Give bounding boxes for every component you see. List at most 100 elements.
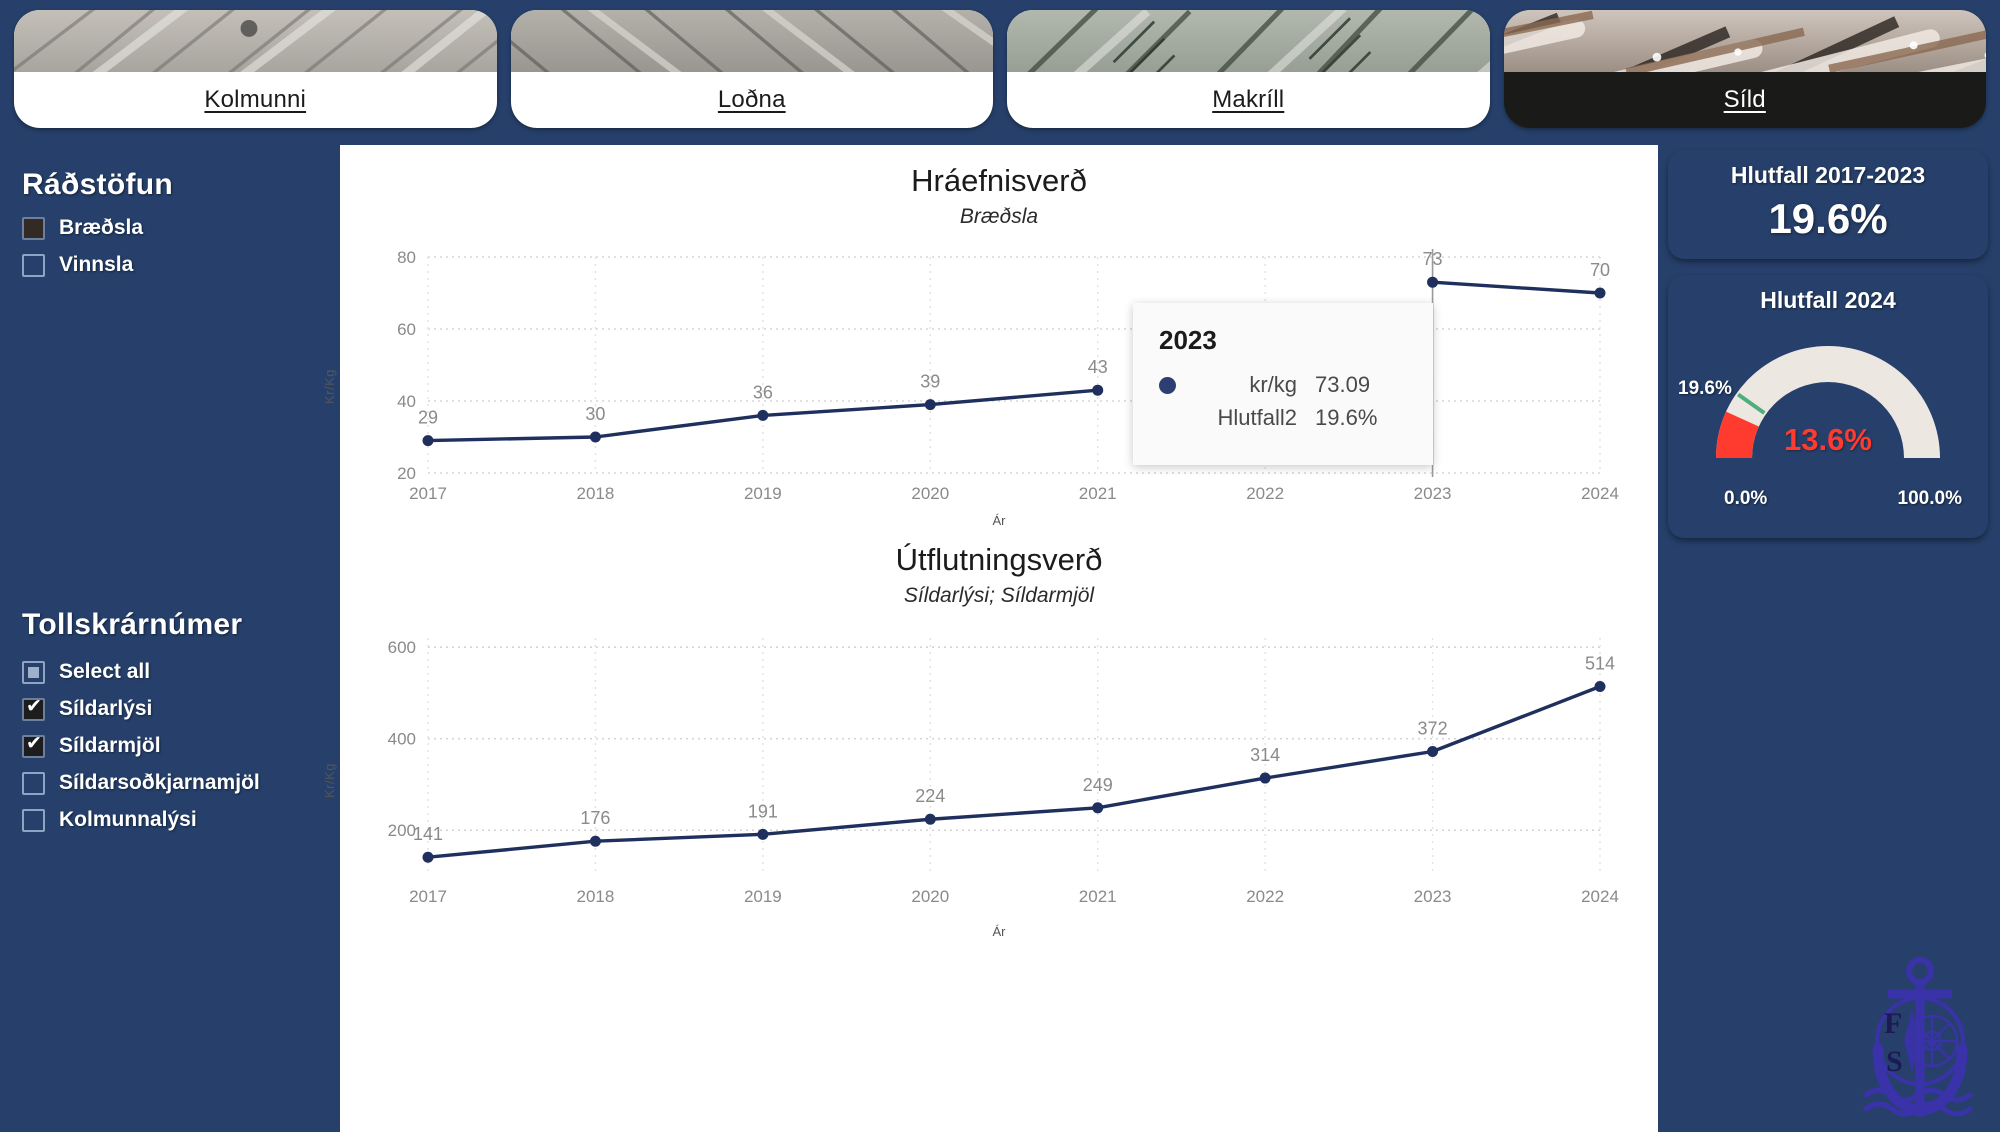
filter-option-select-all[interactable]: Select all (22, 660, 260, 684)
filter-option-kolmunnalysi-label: Kolmunnalýsi (59, 808, 197, 831)
svg-text:60: 60 (397, 320, 416, 339)
tooltip-row-krkg-key: kr/kg (1249, 372, 1297, 397)
filter-option-sildarlysi[interactable]: Síldarlýsi (22, 695, 260, 721)
anchor-compass-logo: F S (1854, 949, 1986, 1124)
svg-text:2024: 2024 (1581, 484, 1619, 503)
svg-text:249: 249 (1083, 775, 1113, 795)
tab-kolmunni-label: Kolmunni (204, 86, 307, 113)
filter-option-sildarlysi-label: Síldarlýsi (59, 697, 153, 720)
chart-utflutningsverd-subtitle: Síldarlýsi; Síldarmjöl (903, 584, 1095, 607)
gauge-target-label: 19.6% (1678, 378, 1732, 399)
kpi-card-hlutfall-2024-title: Hlutfall 2024 (1760, 287, 1896, 313)
chart-tooltip: 2023 kr/kg 73.09 Hlutfall2 19.6% (1133, 303, 1433, 465)
tab-makrill-photo (1007, 10, 1490, 72)
svg-text:2017: 2017 (409, 484, 447, 503)
chart-hraefnisverd-title: Hráefnisverð (911, 163, 1087, 198)
svg-text:224: 224 (915, 786, 945, 806)
tab-lodna-label-wrap: Loðna (511, 72, 994, 128)
filter-option-sildarmjol[interactable]: Síldarmjöl (22, 732, 260, 758)
svg-text:2017: 2017 (409, 887, 447, 906)
svg-text:2022: 2022 (1246, 484, 1284, 503)
tab-lodna-photo (510, 10, 993, 72)
chart-hraefnisverd-svg[interactable]: 20 40 60 80 2017 2018 2019 2020 2021 2022 2023 2024… (340, 229, 1658, 519)
checkbox-vinnsla[interactable] (22, 253, 45, 277)
chart-utflutningsverd-svg[interactable]: 200 400 600 2017 2018 2019 2020 2021 2022 2023 202… (340, 608, 1658, 928)
tab-sild-photo (1503, 10, 1986, 72)
tooltip-blank-dot-icon (1159, 410, 1176, 427)
tab-makrill[interactable]: Makríll (1007, 10, 1490, 128)
svg-text:73: 73 (1423, 249, 1443, 269)
svg-text:2021: 2021 (1079, 484, 1117, 503)
filter-option-kolmunnalysi[interactable]: Kolmunnalýsi (22, 808, 260, 832)
svg-text:191: 191 (748, 801, 778, 821)
filter-option-braedsla-label: Bræðsla (59, 216, 144, 239)
filter-option-sildarsodkjarnamjol-label: Síldarsoðkjarnamjöl (59, 771, 260, 794)
svg-text:2018: 2018 (577, 887, 615, 906)
svg-text:30: 30 (585, 404, 605, 424)
svg-text:314: 314 (1250, 745, 1280, 765)
tooltip-title: 2023 (1159, 325, 1217, 355)
chart-utflutningsverd-title: Útflutningsverð (895, 542, 1103, 577)
logo-letter-f: F (1884, 1007, 1902, 1040)
checkbox-kolmunnalysi[interactable] (22, 808, 45, 832)
svg-text:2020: 2020 (911, 484, 949, 503)
filter-option-sildarmjol-label: Síldarmjöl (59, 734, 161, 757)
tab-sild[interactable]: Síld (1503, 10, 1987, 128)
gauge-min-label: 0.0% (1724, 488, 1768, 509)
kpi-card-hlutfall-2017-2023-value: 19.6% (1768, 195, 1888, 242)
svg-text:80: 80 (397, 248, 416, 267)
filter-option-vinnsla[interactable]: Vinnsla (22, 253, 340, 277)
checkbox-sildarlysi[interactable] (22, 695, 45, 721)
dashboard-root: Kolmunni Loðna Makríll Síld Ráðstöfun Br… (0, 0, 2000, 1132)
radstofun-section-title: Ráðstöfun (22, 168, 174, 201)
kpi-card-hlutfall-2017-2023: Hlutfall 2017-2023 19.6% (1668, 150, 1988, 259)
svg-text:2021: 2021 (1079, 887, 1117, 906)
svg-text:36: 36 (753, 382, 773, 402)
svg-text:2018: 2018 (577, 484, 615, 503)
checkbox-sildarmjol[interactable] (22, 732, 45, 758)
svg-text:176: 176 (580, 808, 610, 828)
tab-makrill-label: Makríll (1212, 86, 1285, 113)
tooltip-row-krkg: kr/kg 73.09 (1159, 372, 1407, 398)
gauge-widget: 19.6% 13.6% 0.0% 100.0% (1678, 326, 1978, 516)
svg-text:141: 141 (413, 824, 443, 844)
svg-text:200: 200 (388, 821, 416, 840)
checkbox-sildarsodkjarnamjol[interactable] (22, 771, 45, 795)
filter-option-braedsla[interactable]: Bræðsla (22, 216, 340, 240)
chart-hraefnisverd-subtitle: Bræðsla (959, 205, 1039, 228)
filter-option-select-all-label: Select all (59, 660, 151, 683)
tooltip-row-hlutfall2-value: 19.6% (1315, 405, 1378, 430)
tab-kolmunni[interactable]: Kolmunni (14, 10, 497, 128)
tab-lodna[interactable]: Loðna (510, 10, 994, 128)
kpi-column: Hlutfall 2017-2023 19.6% Hlutfall 2024 1… (1668, 150, 1988, 554)
svg-text:2020: 2020 (911, 887, 949, 906)
svg-text:514: 514 (1585, 654, 1615, 674)
tab-sild-label-wrap: Síld (1504, 72, 1987, 128)
tab-kolmunni-label-wrap: Kolmunni (14, 72, 497, 128)
tab-sild-label: Síld (1723, 86, 1766, 113)
tooltip-row-krkg-value: 73.09 (1315, 372, 1371, 397)
tab-lodna-label: Loðna (717, 86, 786, 113)
svg-text:2022: 2022 (1246, 887, 1284, 906)
radstofun-options: Bræðsla Vinnsla (22, 216, 340, 277)
kpi-card-hlutfall-2024: Hlutfall 2024 19.6% 13.6% 0.0% 100.0% (1668, 275, 1988, 538)
chart-utflutningsverd-ylabel: Kr/Kg (322, 762, 338, 799)
svg-text:2023: 2023 (1414, 484, 1452, 503)
svg-text:2023: 2023 (1414, 887, 1452, 906)
filter-option-sildarsodkjarnamjol[interactable]: Síldarsoðkjarnamjöl (22, 771, 260, 795)
filter-option-vinnsla-label: Vinnsla (59, 253, 134, 276)
kpi-card-hlutfall-2017-2023-title: Hlutfall 2017-2023 (1730, 162, 1926, 188)
svg-text:20: 20 (397, 464, 416, 483)
svg-text:70: 70 (1590, 260, 1610, 280)
tab-makrill-label-wrap: Makríll (1007, 72, 1490, 128)
svg-text:39: 39 (920, 372, 940, 392)
svg-text:400: 400 (388, 730, 416, 749)
checkbox-select-all[interactable] (22, 660, 45, 684)
checkbox-braedsla[interactable] (22, 216, 45, 240)
tooltip-series-dot-icon (1159, 376, 1176, 394)
svg-text:43: 43 (1088, 357, 1108, 377)
logo-letter-s: S (1886, 1045, 1903, 1078)
species-tab-strip: Kolmunni Loðna Makríll Síld (0, 0, 2000, 140)
chart-hraefnisverd: Hráefnisverð Bræðsla Kr/Kg 20 40 60 80 2017 2… (322, 145, 1658, 528)
svg-text:40: 40 (397, 392, 416, 411)
